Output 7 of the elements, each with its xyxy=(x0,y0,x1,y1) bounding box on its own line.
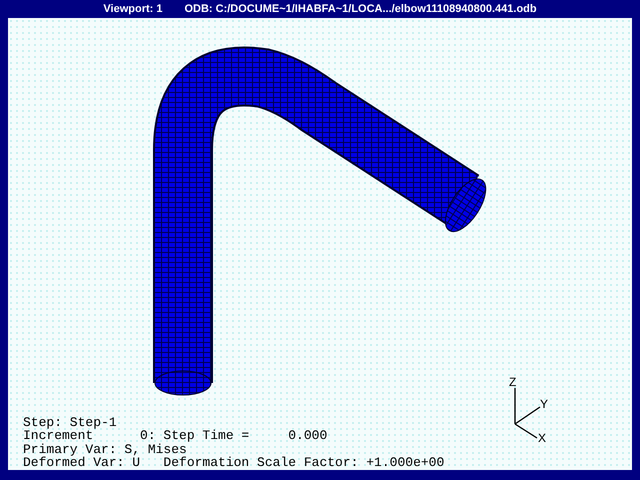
odb-path: ODB: C:/DOCUME~1/IHABFA~1/LOCA.../elbow11108940800.441.odb xyxy=(184,3,537,15)
state-text-line: Increment 0: Step Time = 0.000 xyxy=(23,429,328,443)
viewport-label: Viewport: 1 xyxy=(103,3,162,15)
state-text-line: Primary Var: S, Mises xyxy=(23,442,187,456)
state-text-line: Deformed Var: U Deformation Scale Factor: +1.000e+00 xyxy=(23,456,444,470)
axis-triad-drawing: Z Y X xyxy=(509,375,548,445)
state-text-line: Step: Step-1 xyxy=(23,416,118,430)
